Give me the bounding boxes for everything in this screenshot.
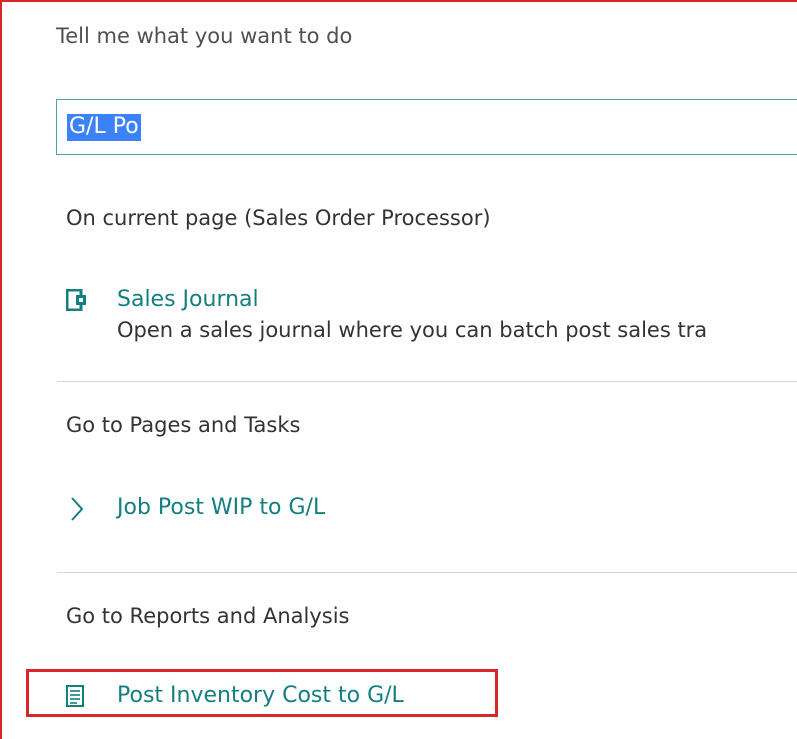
journal-icon [65,288,88,315]
section-title-current-page: On current page (Sales Order Processor) [66,206,491,230]
divider [57,572,797,573]
section-title-pages-tasks: Go to Pages and Tasks [66,413,301,437]
panel-title: Tell me what you want to do [56,24,353,48]
section-title-reports: Go to Reports and Analysis [66,604,350,628]
job-post-wip-link[interactable]: Job Post WIP to G/L [117,495,325,520]
chevron-right-icon [70,496,84,526]
sales-journal-link[interactable]: Sales Journal [117,287,259,312]
tell-me-panel: Tell me what you want to do G/L Po On cu… [0,0,797,739]
search-input-value[interactable]: G/L Po [67,114,141,141]
search-input[interactable]: G/L Po [56,99,797,155]
sales-journal-description: Open a sales journal where you can batch… [117,318,708,342]
highlight-annotation [26,669,498,717]
divider [57,381,797,382]
